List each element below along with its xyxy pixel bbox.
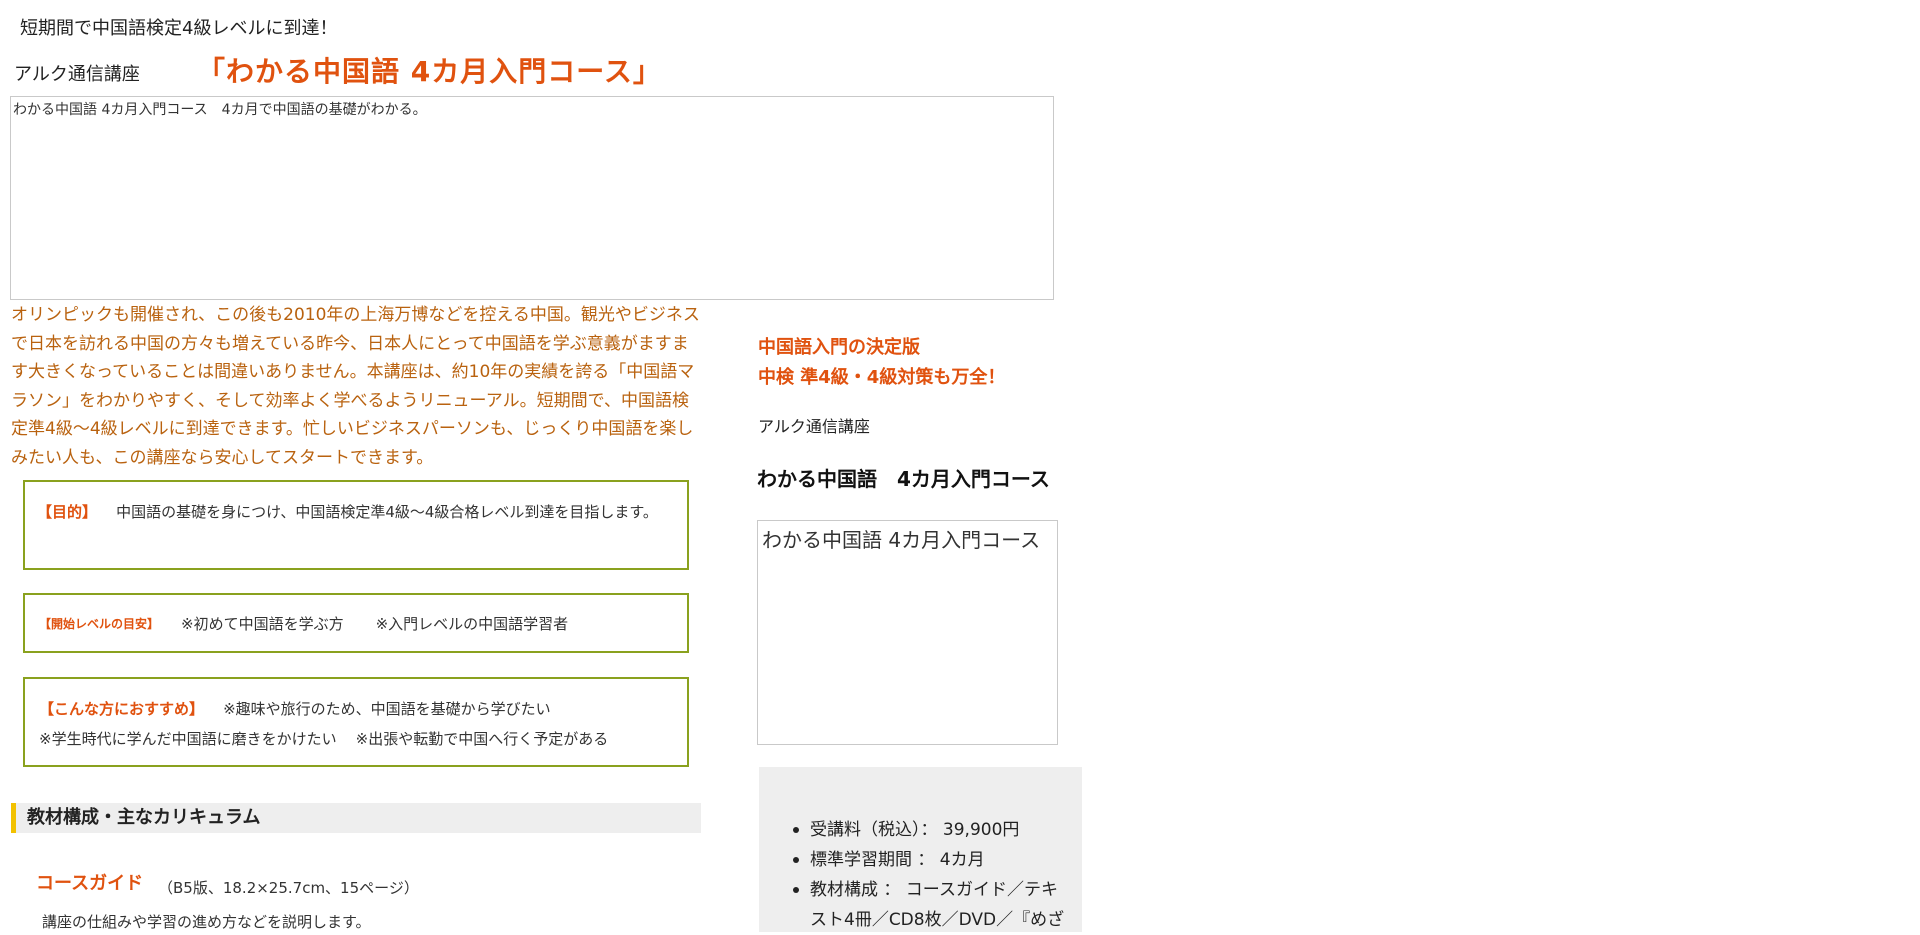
course-guide-spec: （B5版、18.2×25.7cm、15ページ）	[158, 879, 419, 897]
sidebar-course-title: わかる中国語 4カ月入門コース	[757, 467, 1050, 491]
provider-label: アルク通信講座	[14, 64, 140, 85]
purpose-label: 【目的】	[37, 503, 98, 521]
sidebar-headline: 中国語入門の決定版 中検 準4級・4級対策も万全！	[758, 333, 1005, 393]
course-info-item: 標準学習期間 ： 4カ月	[793, 845, 1073, 875]
course-info-item: 受講料（税込）： 39,900円	[793, 815, 1073, 845]
recommend-box: 【こんな方におすすめ】 ※趣味や旅行のため、中国語を基礎から学びたい ※学生時代…	[23, 677, 689, 767]
course-title: 「わかる中国語 4カ月入門コース」	[197, 55, 662, 88]
course-info-list: 受講料（税込）： 39,900円 標準学習期間 ： 4カ月 教材構成 ： コース…	[793, 815, 1073, 935]
start-level-box: 【開始レベルの目安】 ※初めて中国語を学ぶ方 ※入門レベルの中国語学習者	[23, 593, 689, 653]
sidebar-headline-line-1: 中国語入門の決定版	[758, 337, 920, 358]
start-level-label: 【開始レベルの目安】	[39, 616, 160, 631]
course-info-item: 教材構成 ： コースガイド／テキスト4冊／CD8枚／DVD／『めざ	[793, 875, 1073, 935]
course-product-image-alt-text: わかる中国語 4カ月入門コース	[762, 528, 1041, 552]
banner-image: わかる中国語 4カ月入門コース 4カ月で中国語の基礎がわかる。	[10, 96, 1054, 300]
banner-image-alt-text: わかる中国語 4カ月入門コース 4カ月で中国語の基礎がわかる。	[13, 102, 427, 118]
sidebar-provider: アルク通信講座	[758, 417, 870, 436]
purpose-text: 中国語の基礎を身につけ、中国語検定準4級～4級合格レベル到達を目指します。	[116, 503, 658, 521]
recommend-item: ※出張や転勤で中国へ行く予定がある	[355, 730, 609, 748]
intro-paragraph: オリンピックも開催され、この後も2010年の上海万博などを控える中国。観光やビジ…	[11, 305, 700, 468]
sidebar-headline-line-2: 中検 準4級・4級対策も万全！	[758, 367, 1006, 388]
recommend-item: ※学生時代に学んだ中国語に磨きをかけたい	[39, 730, 337, 748]
tagline: 短期間で中国語検定4級レベルに到達！	[20, 18, 338, 39]
start-level-item: ※初めて中国語を学ぶ方	[181, 614, 344, 633]
purpose-box: 【目的】 中国語の基礎を身につけ、中国語検定準4級～4級合格レベル到達を目指しま…	[23, 480, 689, 570]
recommend-label: 【こんな方におすすめ】	[39, 700, 205, 718]
start-level-item: ※入門レベルの中国語学習者	[375, 614, 569, 633]
recommend-item: ※趣味や旅行のため、中国語を基礎から学びたい	[223, 700, 551, 718]
course-product-image: わかる中国語 4カ月入門コース	[757, 520, 1058, 745]
course-guide-title: コースガイド	[36, 873, 144, 894]
course-guide-description: 講座の仕組みや学習の進め方などを説明します。	[42, 913, 371, 931]
course-info-box: 受講料（税込）： 39,900円 標準学習期間 ： 4カ月 教材構成 ： コース…	[759, 767, 1082, 932]
curriculum-heading: 教材構成・主なカリキュラム	[11, 803, 701, 833]
